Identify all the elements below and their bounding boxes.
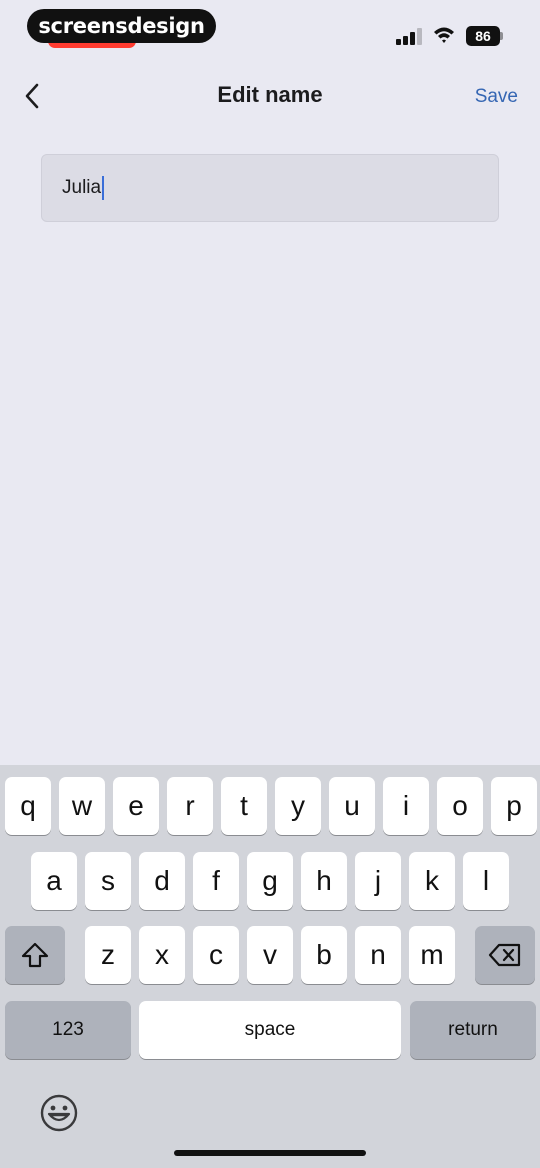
navigation-bar: Edit name Save xyxy=(0,68,540,124)
key-w[interactable]: w xyxy=(59,777,105,835)
wifi-icon xyxy=(434,27,454,43)
save-button[interactable]: Save xyxy=(475,86,518,108)
key-d[interactable]: d xyxy=(139,852,185,910)
name-input-value: Julia xyxy=(62,177,102,198)
name-input[interactable]: Julia xyxy=(41,154,499,222)
keyboard: q w e r t y u i o p a s d f g h j k l z … xyxy=(0,765,540,1168)
key-u[interactable]: u xyxy=(329,777,375,835)
text-caret xyxy=(102,176,105,200)
delete-key[interactable] xyxy=(475,926,535,984)
key-l[interactable]: l xyxy=(463,852,509,910)
key-v[interactable]: v xyxy=(247,926,293,984)
cellular-signal-icon xyxy=(396,28,422,45)
key-g[interactable]: g xyxy=(247,852,293,910)
key-r[interactable]: r xyxy=(167,777,213,835)
key-m[interactable]: m xyxy=(409,926,455,984)
key-a[interactable]: a xyxy=(31,852,77,910)
key-t[interactable]: t xyxy=(221,777,267,835)
key-q[interactable]: q xyxy=(5,777,51,835)
space-key[interactable]: space xyxy=(139,1001,401,1059)
key-y[interactable]: y xyxy=(275,777,321,835)
battery-tip xyxy=(500,32,503,40)
page-title: Edit name xyxy=(217,82,323,107)
key-h[interactable]: h xyxy=(301,852,347,910)
key-b[interactable]: b xyxy=(301,926,347,984)
battery-level: 86 xyxy=(466,26,500,46)
shift-key[interactable] xyxy=(5,926,65,984)
shift-icon xyxy=(21,942,49,968)
key-j[interactable]: j xyxy=(355,852,401,910)
key-c[interactable]: c xyxy=(193,926,239,984)
backspace-icon xyxy=(488,943,521,967)
key-p[interactable]: p xyxy=(491,777,537,835)
emoji-icon[interactable] xyxy=(39,1093,79,1133)
key-n[interactable]: n xyxy=(355,926,401,984)
key-x[interactable]: x xyxy=(139,926,185,984)
key-z[interactable]: z xyxy=(85,926,131,984)
key-s[interactable]: s xyxy=(85,852,131,910)
numbers-key[interactable]: 123 xyxy=(5,1001,131,1059)
home-indicator[interactable] xyxy=(174,1150,366,1156)
return-key[interactable]: return xyxy=(410,1001,536,1059)
brand-badge: screensdesign xyxy=(27,9,216,43)
key-i[interactable]: i xyxy=(383,777,429,835)
status-bar: screensdesign 86 xyxy=(0,0,540,60)
key-e[interactable]: e xyxy=(113,777,159,835)
key-f[interactable]: f xyxy=(193,852,239,910)
key-o[interactable]: o xyxy=(437,777,483,835)
key-k[interactable]: k xyxy=(409,852,455,910)
